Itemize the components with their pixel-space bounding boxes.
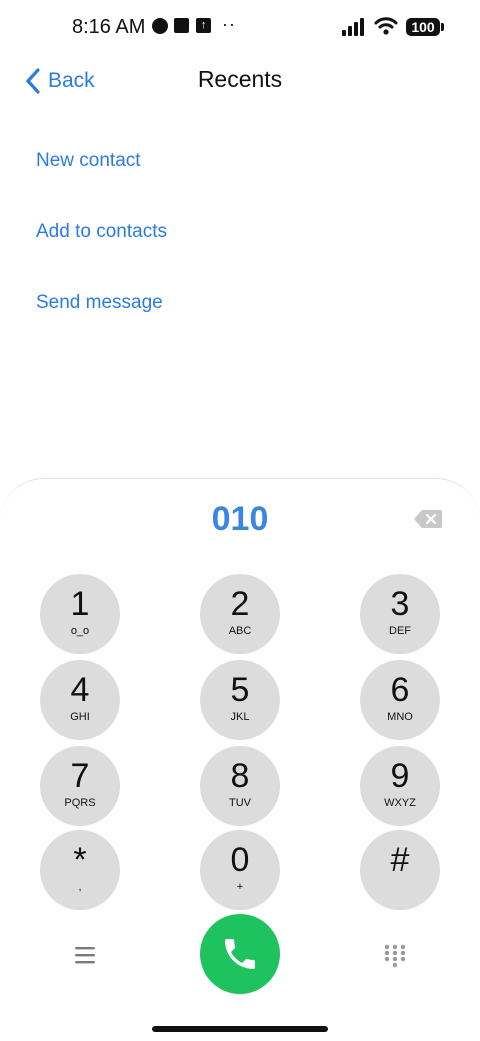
backspace-icon[interactable] [414,510,442,528]
upload-icon: ↑ [196,18,211,33]
key-9[interactable]: 9 WXYZ [360,746,440,826]
send-message-link[interactable]: Send message [36,292,163,314]
key-digit: 4 [70,671,90,709]
key-0[interactable]: 0 + [200,830,280,910]
key-letters: + [236,881,244,893]
key-7[interactable]: 7 PQRS [40,746,120,826]
key-1[interactable]: 1 o_o [40,574,120,654]
key-digit: 9 [390,757,410,795]
key-digit: 6 [390,671,410,709]
square-icon [174,18,189,33]
key-digit: 3 [390,585,410,623]
chevron-left-icon [26,68,40,94]
key-letters: TUV [229,797,251,809]
key-digit: 1 [70,585,90,623]
key-3[interactable]: 3 DEF [360,574,440,654]
key-star[interactable]: * , [40,830,120,910]
key-digit: 2 [230,585,250,623]
key-letters: PQRS [64,797,96,809]
dialed-number: 010 [211,500,269,538]
key-letters: JKL [230,711,250,723]
key-digit: # [390,841,410,879]
signal-icon [342,18,364,36]
more-dots-icon: ·· [222,14,236,34]
key-letters: GHI [70,711,90,723]
call-button[interactable] [200,914,280,994]
phone-icon [225,939,255,969]
key-digit: * [73,841,87,879]
home-indicator[interactable] [152,1026,328,1032]
status-time: 8:16 AM [72,16,146,38]
key-letters: ABC [228,625,252,637]
key-hash[interactable]: # [360,830,440,910]
new-contact-link[interactable]: New contact [36,150,141,172]
battery-icon: 100 [406,18,440,36]
key-digit: 8 [230,757,250,795]
key-letters: , [78,881,82,893]
key-6[interactable]: 6 MNO [360,660,440,740]
key-8[interactable]: 8 TUV [200,746,280,826]
key-digit: 5 [230,671,250,709]
key-letters: WXYZ [384,797,416,809]
key-letters: o_o [70,625,90,637]
keypad-icon[interactable] [384,944,406,968]
back-button[interactable]: Back [24,66,95,96]
key-2[interactable]: 2 ABC [200,574,280,654]
vpn-icon [152,18,168,34]
key-4[interactable]: 4 GHI [40,660,120,740]
key-letters: DEF [389,625,411,637]
menu-icon[interactable] [72,944,98,966]
key-letters: MNO [387,711,413,723]
back-label: Back [48,69,95,92]
key-5[interactable]: 5 JKL [200,660,280,740]
status-bar: 8:16 AM ↑ ·· 100 [0,0,480,56]
wifi-icon [374,17,398,35]
key-digit: 7 [70,757,90,795]
battery-tip [441,23,444,31]
add-to-contacts-link[interactable]: Add to contacts [36,221,167,243]
key-digit: 0 [230,841,250,879]
